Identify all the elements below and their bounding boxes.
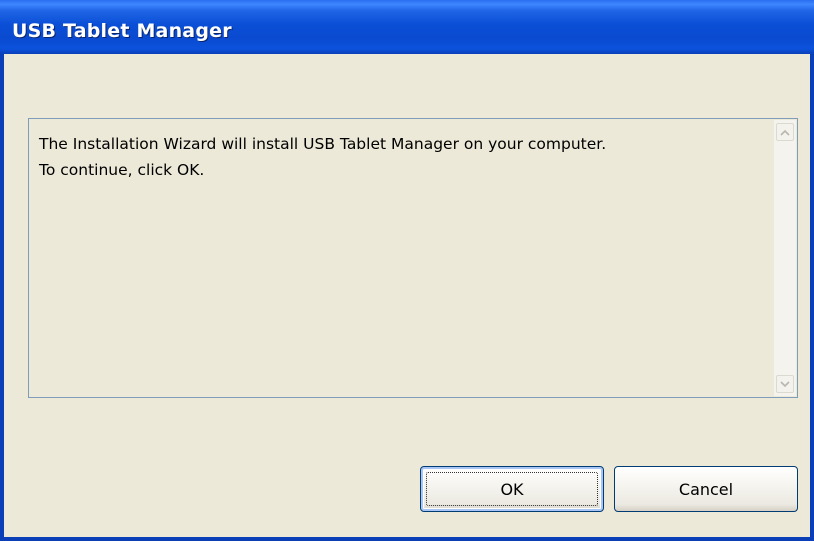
ok-button-label: OK <box>500 479 524 499</box>
chevron-up-icon <box>780 129 790 136</box>
chevron-down-icon <box>780 380 790 387</box>
cancel-button[interactable]: Cancel <box>614 466 798 512</box>
title-bar[interactable]: USB Tablet Manager <box>0 0 814 54</box>
ok-button[interactable]: OK <box>420 466 604 512</box>
window-title: USB Tablet Manager <box>12 20 232 42</box>
scroll-up-button[interactable] <box>776 123 794 141</box>
message-text: The Installation Wizard will install USB… <box>39 135 607 179</box>
installer-dialog: USB Tablet Manager The Installation Wiza… <box>0 0 814 541</box>
vertical-scrollbar[interactable] <box>774 120 796 396</box>
cancel-button-label: Cancel <box>678 479 734 499</box>
scroll-down-button[interactable] <box>776 375 794 393</box>
message-textbox[interactable]: The Installation Wizard will install USB… <box>28 118 798 398</box>
